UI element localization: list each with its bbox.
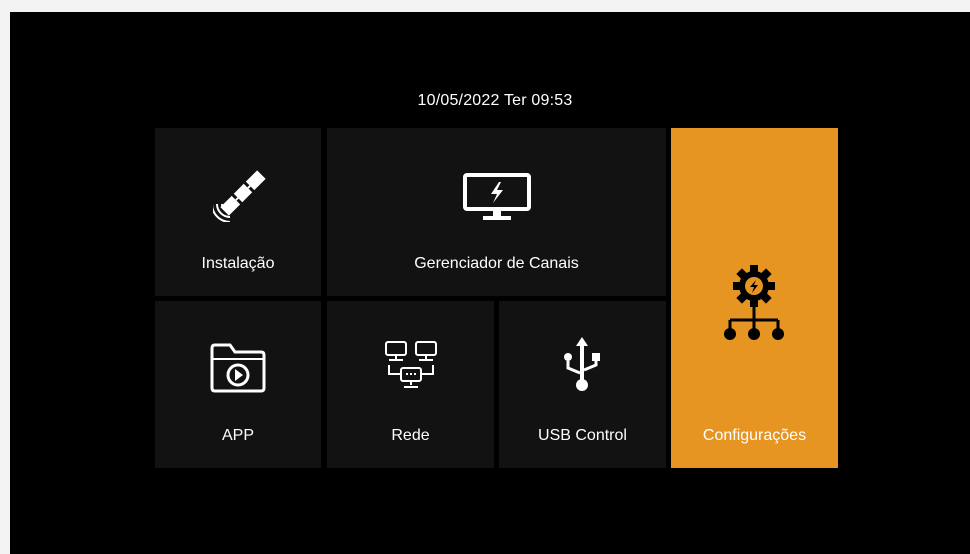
menu-tile-settings[interactable]: Configurações: [671, 128, 838, 468]
gear-network-icon: [724, 265, 784, 340]
menu-tile-usb[interactable]: USB Control: [499, 301, 666, 468]
tv-monitor-icon: [463, 173, 531, 220]
app-folder-play-icon: [210, 343, 266, 393]
installation-label: Instalação: [201, 255, 275, 272]
menu-tile-installation[interactable]: Instalação: [155, 128, 321, 296]
menu-tile-app[interactable]: APP: [155, 301, 321, 468]
usb-icon: [564, 337, 600, 391]
datetime-display: 10/05/2022 Ter 09:53: [417, 92, 573, 109]
network-computers-icon: [385, 341, 437, 388]
menu-tile-channel-manager[interactable]: Gerenciador de Canais: [327, 128, 666, 296]
network-label: Rede: [391, 427, 430, 444]
settings-label: Configurações: [702, 427, 807, 444]
satellite-icon: [213, 170, 266, 222]
app-label: APP: [221, 427, 254, 444]
menu-tile-network[interactable]: Rede: [327, 301, 494, 468]
channel-manager-label: Gerenciador de Canais: [414, 255, 579, 272]
usb-label: USB Control: [538, 427, 627, 444]
